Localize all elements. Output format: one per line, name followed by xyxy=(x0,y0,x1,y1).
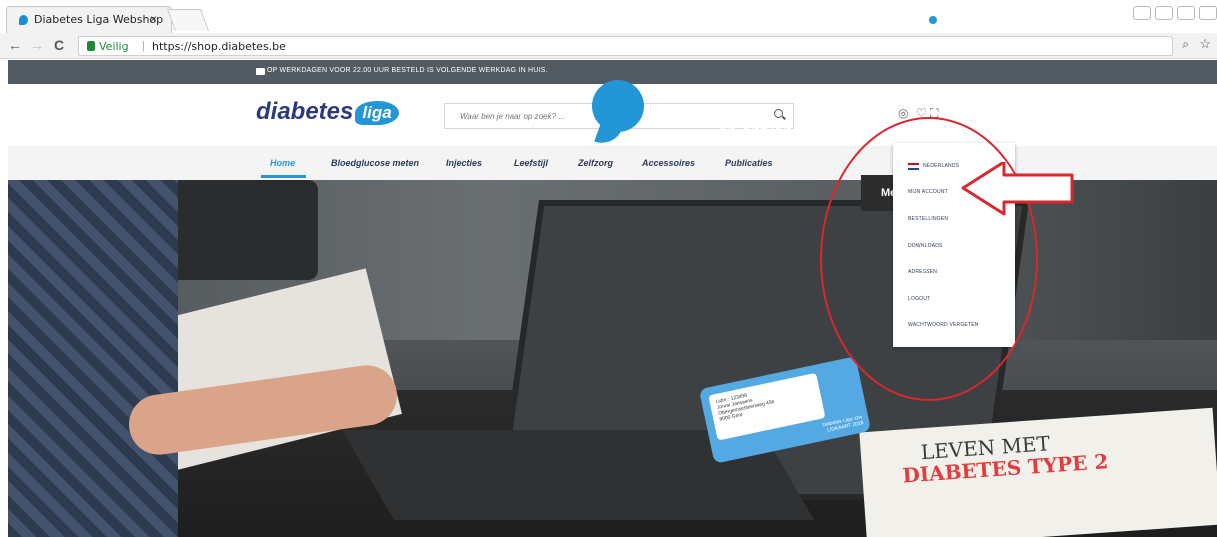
user-icon[interactable]: ◎ xyxy=(898,106,908,120)
minimize-button[interactable] xyxy=(1155,6,1173,20)
nav-item-bloedglucose-meten[interactable]: Bloedglucose meten xyxy=(331,158,419,168)
address-bar: ← → C Veilig | https://shop.diabetes.be … xyxy=(0,33,1217,59)
url-separator: | xyxy=(142,40,145,52)
window-controls xyxy=(1133,6,1217,20)
star-icon[interactable]: ☆ xyxy=(1199,36,1211,52)
new-tab-button[interactable] xyxy=(166,9,210,31)
hero-headline: Word lid van de Diabetes xyxy=(652,83,842,102)
search-icon[interactable] xyxy=(774,109,783,118)
logo-badge: liga xyxy=(355,100,399,125)
promo-text: OP WERKDAGEN VOOR 22.00 UUR BESTELD IS V… xyxy=(267,67,548,74)
browser-tab-strip: Diabetes Liga Webshop × xyxy=(0,0,1217,33)
quote-mark-icon xyxy=(592,80,644,132)
diabetes-liga-logo[interactable]: diabetes liga xyxy=(256,98,399,126)
close-window-button[interactable] xyxy=(1199,6,1217,20)
nav-item-injecties[interactable]: Injecties xyxy=(446,158,482,168)
nav-item-publicaties[interactable]: Publicaties xyxy=(725,158,773,168)
hero-subheadline: en ontvang tot 25% xyxy=(718,122,865,141)
lock-icon xyxy=(87,41,95,51)
tab-title: Diabetes Liga Webshop xyxy=(34,13,164,26)
logo-main-text: diabetes xyxy=(256,98,354,125)
nav-item-zelfzorg[interactable]: Zelfzorg xyxy=(578,158,613,168)
annotation-circle xyxy=(820,117,1038,401)
nav-item-leefstijl[interactable]: Leefstijl xyxy=(514,158,548,168)
card-address: Lidnr : 123456 Jonne Janssens Ottergemse… xyxy=(715,387,776,423)
secure-label: Veilig xyxy=(99,40,129,53)
url-text: https://shop.diabetes.be xyxy=(152,40,286,53)
forward-button[interactable]: → xyxy=(30,37,44,53)
reload-button[interactable]: C xyxy=(54,37,64,53)
tab-close-icon[interactable]: × xyxy=(150,12,157,26)
membership-card-label: Lidnr : 123456 Jonne Janssens Ottergemse… xyxy=(708,372,826,441)
cart-count-badge xyxy=(929,16,937,24)
active-nav-indicator xyxy=(261,175,306,178)
profile-icon[interactable] xyxy=(1133,6,1151,20)
magnifier-icon[interactable]: ⌕ xyxy=(1182,37,1189,52)
nav-item-home[interactable]: Home xyxy=(270,158,295,168)
url-input[interactable]: Veilig | https://shop.diabetes.be xyxy=(78,36,1173,56)
card-brand: Diabetes Liga vzw LIDKAART 2018 xyxy=(822,414,864,434)
truck-icon xyxy=(256,68,265,75)
nav-item-accessoires[interactable]: Accessoires xyxy=(642,158,695,168)
annotation-arrow-icon xyxy=(961,162,1074,216)
diabetes-liga-favicon xyxy=(19,15,28,25)
back-button[interactable]: ← xyxy=(8,37,22,53)
browser-tab[interactable]: Diabetes Liga Webshop × xyxy=(6,6,172,33)
search-placeholder: Waar ben je naar op zoek? ... xyxy=(460,112,565,121)
desk-phone-image xyxy=(158,180,318,280)
sleeve-image xyxy=(8,180,178,537)
maximize-button[interactable] xyxy=(1177,6,1195,20)
